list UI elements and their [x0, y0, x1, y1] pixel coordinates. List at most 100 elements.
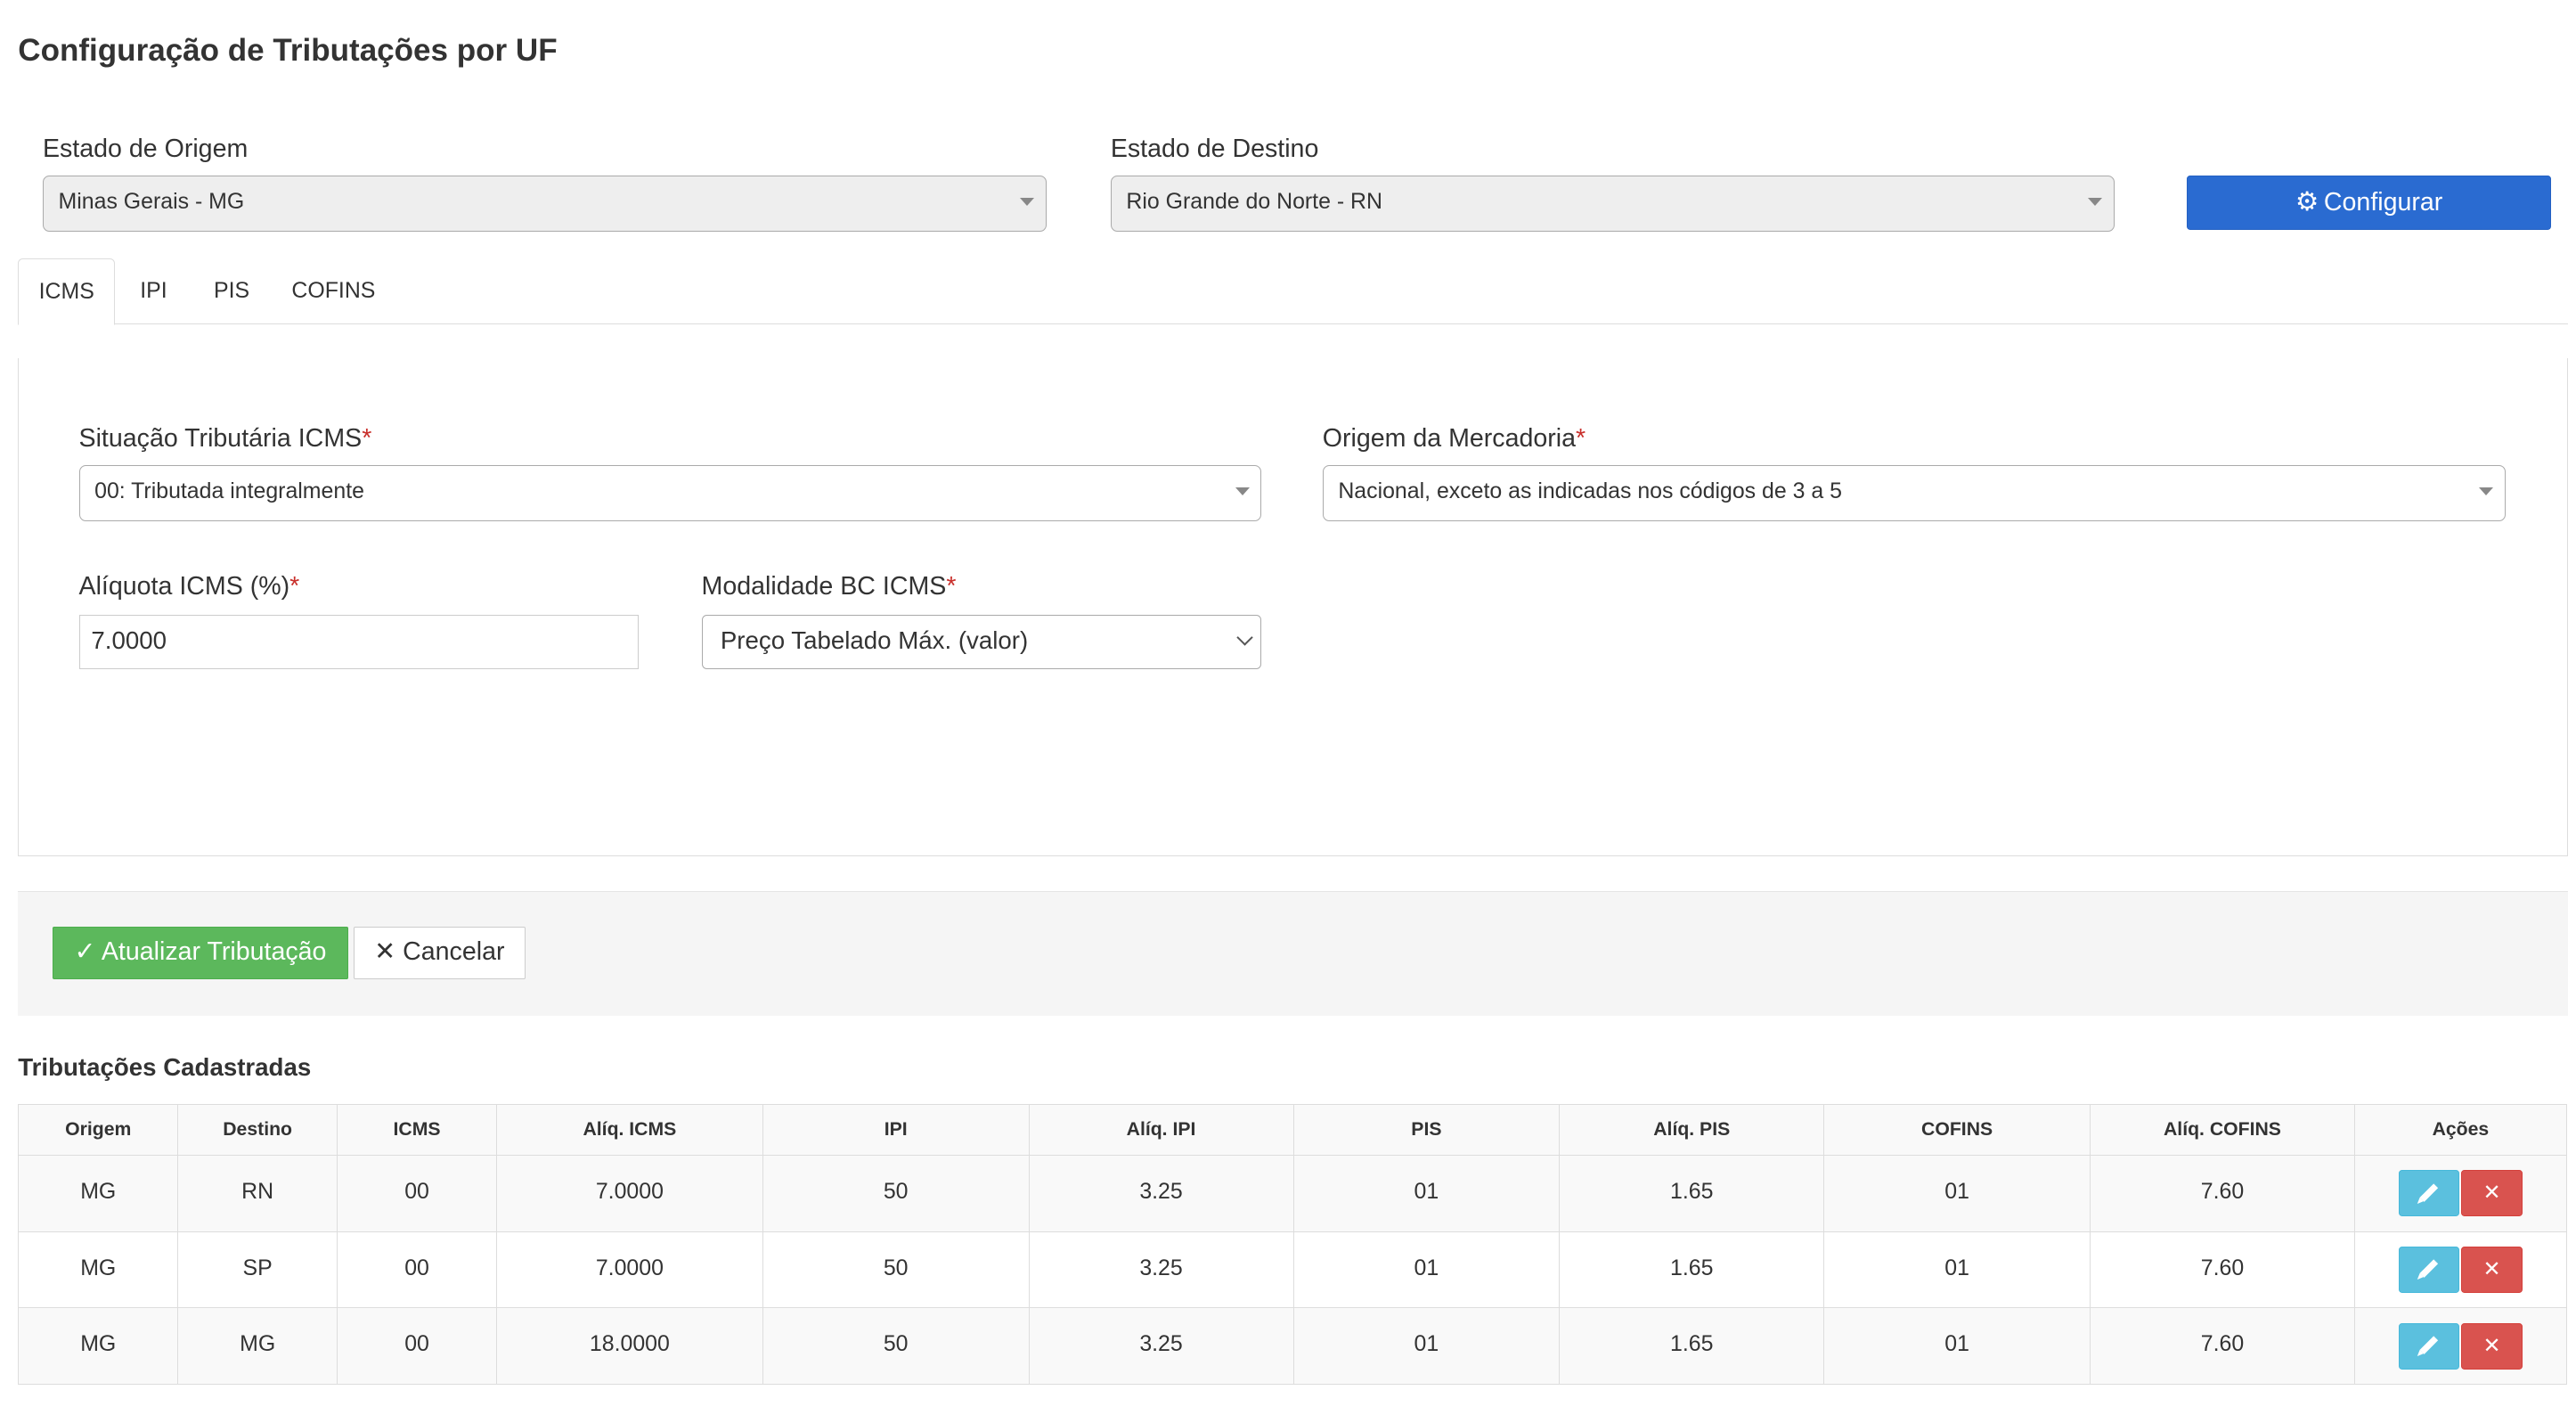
table-cell: 18.0000	[496, 1307, 763, 1386]
chevron-down-icon	[1236, 629, 1254, 647]
aliquota-icms-label-text: Alíquota ICMS (%)	[78, 571, 290, 601]
icms-panel	[18, 358, 2568, 856]
table-cell: 01	[1823, 1154, 2091, 1232]
column-header-pis: PIS	[1292, 1104, 1561, 1156]
check-icon: ✓	[74, 937, 96, 967]
table-cell: 7.60	[2090, 1154, 2355, 1232]
delete-button[interactable]: ✕	[2461, 1170, 2523, 1217]
table-cell: 01	[1823, 1231, 2091, 1309]
delete-button[interactable]: ✕	[2461, 1323, 2523, 1370]
tab-cofins[interactable]: COFINS	[280, 258, 388, 326]
required-mark: *	[362, 423, 372, 453]
table-cell: 1.65	[1559, 1307, 1825, 1386]
table-row: MG SP 00 7.0000 50 3.25 01 1.65 01 7.60 …	[18, 1231, 2567, 1309]
column-header-aliq-ipi: Alíq. IPI	[1028, 1104, 1294, 1156]
update-taxation-label: Atualizar Tributação	[101, 937, 327, 967]
row-actions-cell: ✕	[2353, 1154, 2567, 1232]
tab-ipi[interactable]: IPI	[125, 258, 183, 326]
table-cell: 01	[1292, 1154, 1561, 1232]
situacao-tributaria-label-text: Situação Tributária ICMS	[78, 423, 363, 453]
table-cell: 3.25	[1028, 1231, 1294, 1309]
taxations-table: Origem Destino ICMS Alíq. ICMS IPI Alíq.…	[18, 1104, 2567, 1386]
situacao-tributaria-value: 00: Tributada integralmente	[94, 478, 364, 503]
close-icon: ✕	[2482, 1334, 2501, 1358]
tab-cofins-label: COFINS	[291, 277, 376, 303]
column-header-destino: Destino	[177, 1104, 338, 1156]
column-header-aliq-cofins: Alíq. COFINS	[2090, 1104, 2355, 1156]
modalidade-bc-label-text: Modalidade BC ICMS	[701, 571, 947, 601]
tab-pis[interactable]: PIS	[200, 258, 263, 326]
pencil-icon	[2419, 1336, 2439, 1355]
required-mark: *	[946, 571, 957, 601]
edit-button[interactable]	[2399, 1170, 2460, 1217]
origin-state-value: Minas Gerais - MG	[58, 189, 245, 215]
row-actions-cell: ✕	[2353, 1307, 2567, 1386]
table-cell: 3.25	[1028, 1154, 1294, 1232]
row-actions-cell: ✕	[2353, 1231, 2567, 1309]
edit-button[interactable]	[2399, 1323, 2460, 1370]
origin-state-select[interactable]: Minas Gerais - MG	[42, 176, 1047, 233]
table-cell: 01	[1292, 1231, 1561, 1309]
table-cell: 7.60	[2090, 1307, 2355, 1386]
close-icon: ✕	[2482, 1257, 2501, 1282]
table-cell: 7.0000	[496, 1231, 763, 1309]
dropdown-arrow-icon	[1019, 198, 1034, 207]
destination-state-select[interactable]: Rio Grande do Norte - RN	[1110, 176, 2115, 233]
pencil-icon	[2419, 1259, 2439, 1279]
origem-mercadoria-label-text: Origem da Mercadoria	[1322, 423, 1577, 453]
column-header-ipi: IPI	[762, 1104, 1030, 1156]
page-title: Configuração de Tributações por UF	[18, 32, 558, 68]
situacao-tributaria-select[interactable]: 00: Tributada integralmente	[78, 464, 1262, 521]
registered-taxations-title: Tributações Cadastradas	[18, 1053, 312, 1082]
required-mark: *	[289, 571, 300, 601]
modalidade-bc-label: Modalidade BC ICMS*	[702, 572, 957, 601]
table-cell: 3.25	[1028, 1307, 1294, 1386]
pencil-icon	[2419, 1182, 2439, 1202]
tab-icms[interactable]: ICMS	[18, 258, 116, 326]
delete-button[interactable]: ✕	[2461, 1247, 2523, 1293]
tab-pis-label: PIS	[214, 277, 250, 303]
tab-icms-label: ICMS	[38, 278, 94, 304]
dropdown-arrow-icon	[2478, 487, 2493, 495]
configure-button-label: Configurar	[2323, 188, 2443, 217]
destination-state-value: Rio Grande do Norte - RN	[1126, 189, 1382, 215]
modalidade-bc-value: Preço Tabelado Máx. (valor)	[720, 626, 1029, 654]
table-cell: SP	[177, 1231, 338, 1309]
table-cell: MG	[177, 1307, 338, 1386]
dropdown-arrow-icon	[1235, 487, 1250, 495]
table-cell: 1.65	[1559, 1154, 1825, 1232]
table-cell: 50	[762, 1154, 1030, 1232]
dropdown-arrow-icon	[2087, 198, 2102, 207]
modalidade-bc-select[interactable]: Preço Tabelado Máx. (valor)	[701, 614, 1262, 669]
origem-mercadoria-select[interactable]: Nacional, exceto as indicadas nos código…	[1322, 464, 2506, 521]
situacao-tributaria-label: Situação Tributária ICMS*	[79, 424, 372, 454]
column-header-icms: ICMS	[337, 1104, 497, 1156]
table-cell: MG	[18, 1307, 179, 1386]
tabs-divider	[18, 323, 2568, 324]
table-row: MG RN 00 7.0000 50 3.25 01 1.65 01 7.60 …	[18, 1154, 2567, 1232]
aliquota-icms-input[interactable]: 7.0000	[78, 614, 640, 669]
aliquota-icms-label: Alíquota ICMS (%)*	[79, 572, 300, 601]
update-taxation-button[interactable]: ✓ Atualizar Tributação	[53, 927, 348, 980]
cancel-button[interactable]: ✕ Cancelar	[353, 927, 526, 980]
edit-button[interactable]	[2399, 1247, 2460, 1293]
column-header-cofins: COFINS	[1823, 1104, 2091, 1156]
table-cell: RN	[177, 1154, 338, 1232]
cancel-label: Cancelar	[403, 937, 505, 967]
destination-state-label: Estado de Destino	[1110, 135, 1319, 164]
table-cell: 01	[1823, 1307, 2091, 1386]
table-cell: 50	[762, 1307, 1030, 1386]
table-cell: 7.60	[2090, 1231, 2355, 1309]
table-cell: 01	[1292, 1307, 1561, 1386]
origem-mercadoria-label: Origem da Mercadoria*	[1323, 424, 1586, 454]
column-header-aliq-pis: Alíq. PIS	[1559, 1104, 1825, 1156]
configure-button[interactable]: ⚙ Configurar	[2186, 176, 2552, 231]
table-header-row: Origem Destino ICMS Alíq. ICMS IPI Alíq.…	[18, 1104, 2567, 1156]
column-header-origem: Origem	[18, 1104, 179, 1156]
required-mark: *	[1576, 423, 1586, 453]
gear-icon: ⚙	[2295, 187, 2319, 217]
table-cell: MG	[18, 1154, 179, 1232]
table-cell: 50	[762, 1231, 1030, 1309]
table-cell: 00	[337, 1307, 497, 1386]
origin-state-label: Estado de Origem	[42, 135, 249, 164]
